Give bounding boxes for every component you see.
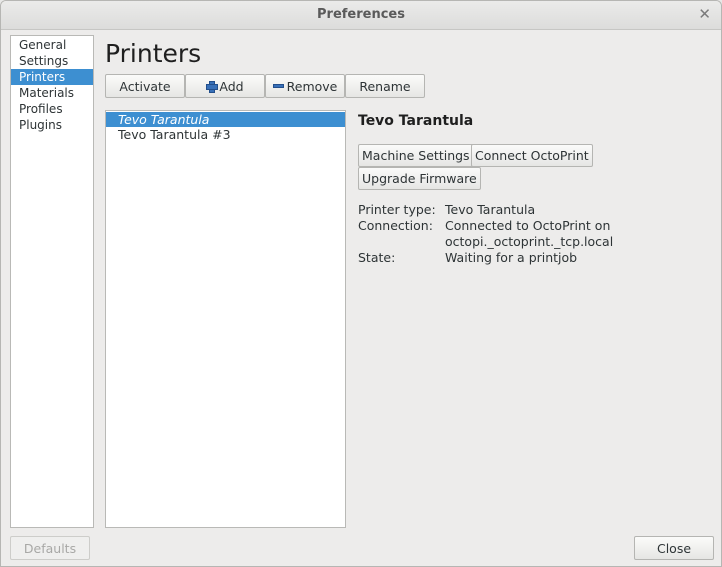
- add-printer-button[interactable]: Add: [185, 74, 265, 98]
- sidebar-item-settings[interactable]: Settings: [11, 53, 93, 69]
- sidebar-item-profiles[interactable]: Profiles: [11, 101, 93, 117]
- rename-printer-button[interactable]: Rename: [345, 74, 425, 98]
- sidebar-item-general[interactable]: General: [11, 37, 93, 53]
- sidebar-item-materials[interactable]: Materials: [11, 85, 93, 101]
- page-title: Printers: [105, 39, 202, 68]
- printer-list[interactable]: Tevo Tarantula Tevo Tarantula #3: [105, 110, 346, 528]
- defaults-button[interactable]: Defaults: [10, 536, 90, 560]
- window-title: Preferences: [317, 7, 405, 22]
- state-label: State:: [358, 250, 396, 265]
- activate-button-label: Activate: [119, 78, 171, 94]
- printer-list-item[interactable]: Tevo Tarantula #3: [106, 127, 345, 142]
- upgrade-firmware-button[interactable]: Upgrade Firmware: [358, 167, 481, 190]
- sidebar-item-plugins[interactable]: Plugins: [11, 117, 93, 133]
- remove-button-label: Remove: [286, 78, 338, 94]
- add-button-label: Add: [219, 78, 244, 94]
- title-bar[interactable]: Preferences ✕: [1, 1, 721, 30]
- connection-value-line1: Connected to OctoPrint on: [445, 218, 611, 233]
- close-icon[interactable]: ✕: [698, 5, 711, 23]
- remove-icon: [272, 84, 284, 88]
- connection-value-line2: octopi._octoprint._tcp.local: [445, 234, 614, 249]
- state-value: Waiting for a printjob: [445, 250, 578, 265]
- sidebar-item-printers[interactable]: Printers: [11, 69, 93, 85]
- machine-settings-button[interactable]: Machine Settings: [358, 144, 474, 167]
- preferences-sidebar: General Settings Printers Materials Prof…: [10, 35, 94, 528]
- rename-button-label: Rename: [359, 78, 411, 94]
- printer-type-value: Tevo Tarantula: [445, 202, 536, 217]
- connect-octoprint-button[interactable]: Connect OctoPrint: [471, 144, 593, 167]
- printer-detail-title: Tevo Tarantula: [358, 113, 474, 129]
- connection-label: Connection:: [358, 218, 433, 233]
- remove-printer-button[interactable]: Remove: [265, 74, 345, 98]
- printer-type-label: Printer type:: [358, 202, 436, 217]
- preferences-window: Preferences ✕ General Settings Printers …: [0, 0, 722, 567]
- printer-list-item[interactable]: Tevo Tarantula: [106, 112, 345, 127]
- activate-button[interactable]: Activate: [105, 74, 185, 98]
- close-button[interactable]: Close: [634, 536, 714, 560]
- add-icon: [206, 81, 219, 93]
